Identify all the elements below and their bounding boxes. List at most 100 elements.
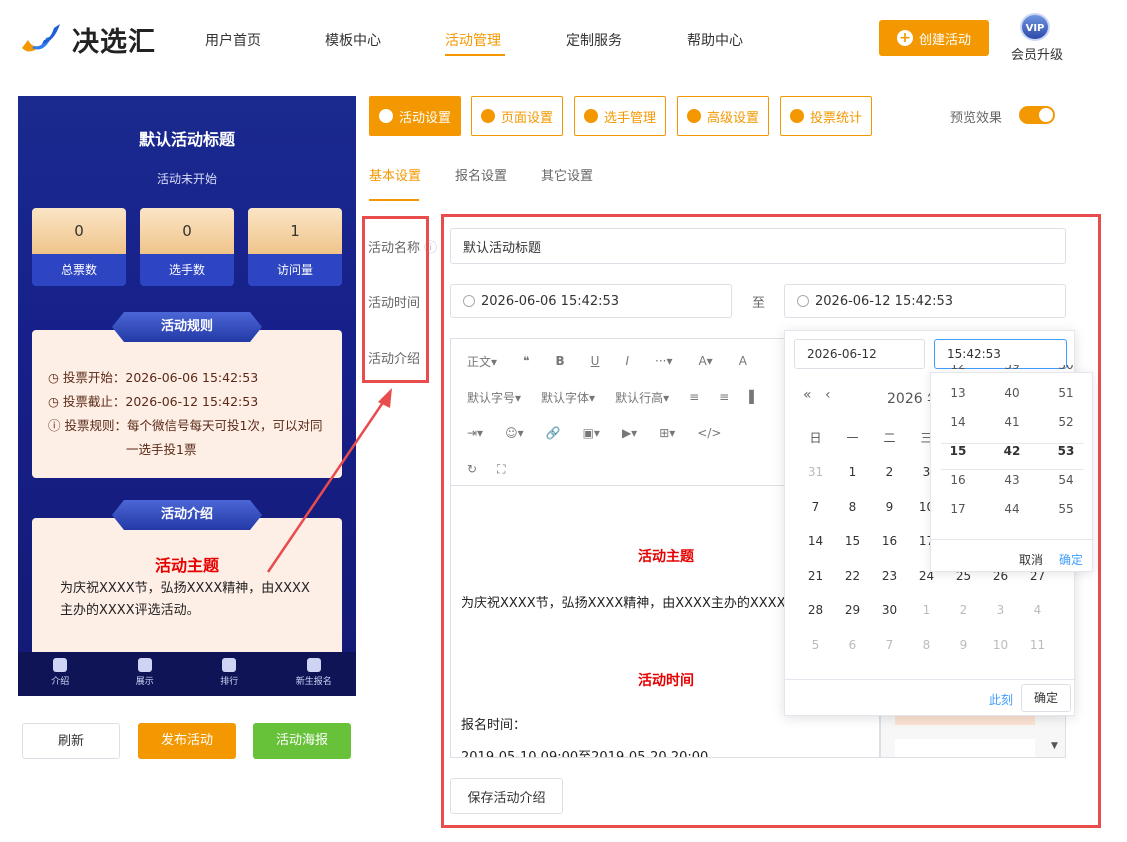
prev-month-icon[interactable]: ‹ bbox=[825, 387, 831, 403]
tab-advanced-settings[interactable]: 高级设置 bbox=[677, 96, 769, 136]
calendar-day[interactable]: 23 bbox=[871, 569, 908, 604]
calendar-day[interactable]: 30 bbox=[871, 603, 908, 638]
calendar-day[interactable]: 9 bbox=[871, 500, 908, 535]
time-spinner: 12 13 14 15 16 17 39 40 41 42 43 44 50 51 52 53 54 55 取消 … bbox=[930, 365, 1094, 572]
minute-option[interactable]: 41 bbox=[985, 408, 1039, 437]
time-cancel-button[interactable]: 取消 bbox=[1019, 551, 1043, 568]
calendar-day[interactable]: 10 bbox=[982, 638, 1019, 673]
second-option[interactable]: 52 bbox=[1039, 408, 1093, 437]
minute-option[interactable]: 43 bbox=[985, 466, 1039, 495]
nav-templates[interactable]: 模板中心 bbox=[325, 30, 381, 50]
calendar-day[interactable]: 1 bbox=[908, 603, 945, 638]
hour-option[interactable]: 17 bbox=[931, 495, 985, 524]
calendar-week-row: 21 22 23 24 25 26 27 bbox=[797, 569, 1063, 604]
calendar-day[interactable]: 29 bbox=[834, 603, 871, 638]
subtab-registration[interactable]: 报名设置 bbox=[455, 165, 507, 184]
picker-date-input[interactable]: 2026-06-12 bbox=[794, 339, 925, 369]
minute-option[interactable]: 39 bbox=[985, 365, 1039, 379]
hour-option[interactable]: 14 bbox=[931, 408, 985, 437]
prev-year-icon[interactable]: « bbox=[803, 387, 812, 403]
calendar-day[interactable]: 16 bbox=[871, 534, 908, 569]
calendar-day[interactable]: 5 bbox=[797, 638, 834, 673]
nav-active-indicator bbox=[445, 54, 505, 56]
second-option[interactable]: 53 bbox=[1039, 437, 1093, 466]
subtab-other[interactable]: 其它设置 bbox=[541, 165, 593, 184]
tab-display[interactable]: 展示 bbox=[103, 652, 188, 696]
calendar-day[interactable]: 7 bbox=[871, 638, 908, 673]
publish-button[interactable]: 发布活动 bbox=[138, 723, 236, 759]
second-column[interactable]: 50 51 52 53 54 55 bbox=[1039, 365, 1093, 533]
hour-option[interactable]: 16 bbox=[931, 466, 985, 495]
calendar-day[interactable]: 3 bbox=[982, 603, 1019, 638]
preview-status: 活动未开始 bbox=[156, 172, 217, 186]
calendar-day[interactable]: 31 bbox=[797, 465, 834, 500]
tab-register[interactable]: 新生报名 bbox=[272, 652, 357, 696]
calendar-day[interactable]: 15 bbox=[834, 534, 871, 569]
tab-ranking[interactable]: 排行 bbox=[187, 652, 272, 696]
tab-intro[interactable]: 介绍 bbox=[18, 652, 103, 696]
nav-help[interactable]: 帮助中心 bbox=[687, 30, 743, 50]
second-option[interactable]: 55 bbox=[1039, 495, 1093, 524]
plus-icon: + bbox=[896, 30, 913, 46]
calendar-day[interactable]: 26 bbox=[982, 569, 1019, 604]
tab-contestant-management[interactable]: 选手管理 bbox=[574, 96, 666, 136]
nav-custom-service[interactable]: 定制服务 bbox=[566, 30, 622, 50]
refresh-button[interactable]: 刷新 bbox=[22, 723, 120, 759]
calendar-day[interactable]: 24 bbox=[908, 569, 945, 604]
calendar-day[interactable]: 21 bbox=[797, 569, 834, 604]
calendar-day[interactable]: 27 bbox=[1019, 569, 1056, 604]
stat-visits: 1 访问量 bbox=[248, 208, 342, 286]
rules-banner: 活动规则 bbox=[112, 312, 262, 342]
second-option[interactable]: 54 bbox=[1039, 466, 1093, 495]
hour-option[interactable]: 13 bbox=[931, 379, 985, 408]
create-activity-button[interactable]: + 创建活动 bbox=[879, 20, 989, 56]
calendar-day[interactable]: 7 bbox=[797, 500, 834, 535]
nav-user-home[interactable]: 用户首页 bbox=[205, 30, 261, 50]
hour-option[interactable]: 15 bbox=[931, 437, 985, 466]
time-columns[interactable]: 12 13 14 15 16 17 39 40 41 42 43 44 50 51 52 53 54 55 bbox=[931, 365, 1094, 533]
preview-toggle[interactable] bbox=[1019, 106, 1055, 124]
preview-toggle-label: 预览效果 bbox=[950, 111, 1003, 126]
calendar-day[interactable]: 4 bbox=[1019, 603, 1056, 638]
calendar-day[interactable]: 6 bbox=[834, 638, 871, 673]
calendar-day[interactable]: 1 bbox=[834, 465, 871, 500]
calendar-day[interactable]: 2 bbox=[945, 603, 982, 638]
calendar-day[interactable]: 14 bbox=[797, 534, 834, 569]
ranking-icon bbox=[222, 658, 237, 672]
tab-vote-stats[interactable]: 投票统计 bbox=[780, 96, 872, 136]
calendar-day[interactable]: 9 bbox=[945, 638, 982, 673]
settings-icon bbox=[686, 109, 701, 123]
stat-total-votes: 0 总票数 bbox=[32, 208, 126, 286]
logo-text: 决选汇 bbox=[72, 27, 156, 58]
calendar-day[interactable]: 22 bbox=[834, 569, 871, 604]
stat-contestants: 0 选手数 bbox=[140, 208, 234, 286]
hour-column[interactable]: 12 13 14 15 16 17 bbox=[931, 365, 985, 533]
preview-title: 默认活动标题 bbox=[138, 130, 235, 149]
logo-icon bbox=[22, 24, 60, 52]
calendar-day[interactable]: 8 bbox=[908, 638, 945, 673]
minute-column[interactable]: 39 40 41 42 43 44 bbox=[985, 365, 1039, 533]
nav-activity-management[interactable]: 活动管理 bbox=[445, 30, 501, 50]
second-option[interactable]: 51 bbox=[1039, 379, 1093, 408]
subtab-basic[interactable]: 基本设置 bbox=[369, 165, 421, 184]
tab-page-settings[interactable]: 页面设置 bbox=[471, 96, 563, 136]
calendar-day[interactable]: 8 bbox=[834, 500, 871, 535]
second-option[interactable]: 50 bbox=[1039, 365, 1093, 379]
time-confirm-button[interactable]: 确定 bbox=[1059, 551, 1083, 568]
label-highlight-box bbox=[362, 216, 429, 383]
calendar-day[interactable]: 28 bbox=[797, 603, 834, 638]
vip-icon[interactable]: VIP bbox=[1020, 13, 1050, 41]
calendar-day[interactable]: 2 bbox=[871, 465, 908, 500]
calendar-day[interactable]: 25 bbox=[945, 569, 982, 604]
calendar-day[interactable]: 11 bbox=[1019, 638, 1056, 673]
picker-ok-button[interactable]: 确定 bbox=[1021, 684, 1071, 712]
now-button[interactable]: 此刻 bbox=[989, 691, 1013, 708]
hour-option[interactable]: 12 bbox=[931, 365, 985, 379]
tab-activity-settings[interactable]: 活动设置 bbox=[369, 96, 461, 136]
minute-option[interactable]: 42 bbox=[985, 437, 1039, 466]
preview-tabbar: 介绍 展示 排行 新生报名 bbox=[18, 652, 356, 696]
minute-option[interactable]: 40 bbox=[985, 379, 1039, 408]
minute-option[interactable]: 44 bbox=[985, 495, 1039, 524]
vip-upgrade-link[interactable]: 会员升级 bbox=[1011, 44, 1063, 63]
poster-button[interactable]: 活动海报 bbox=[253, 723, 351, 759]
